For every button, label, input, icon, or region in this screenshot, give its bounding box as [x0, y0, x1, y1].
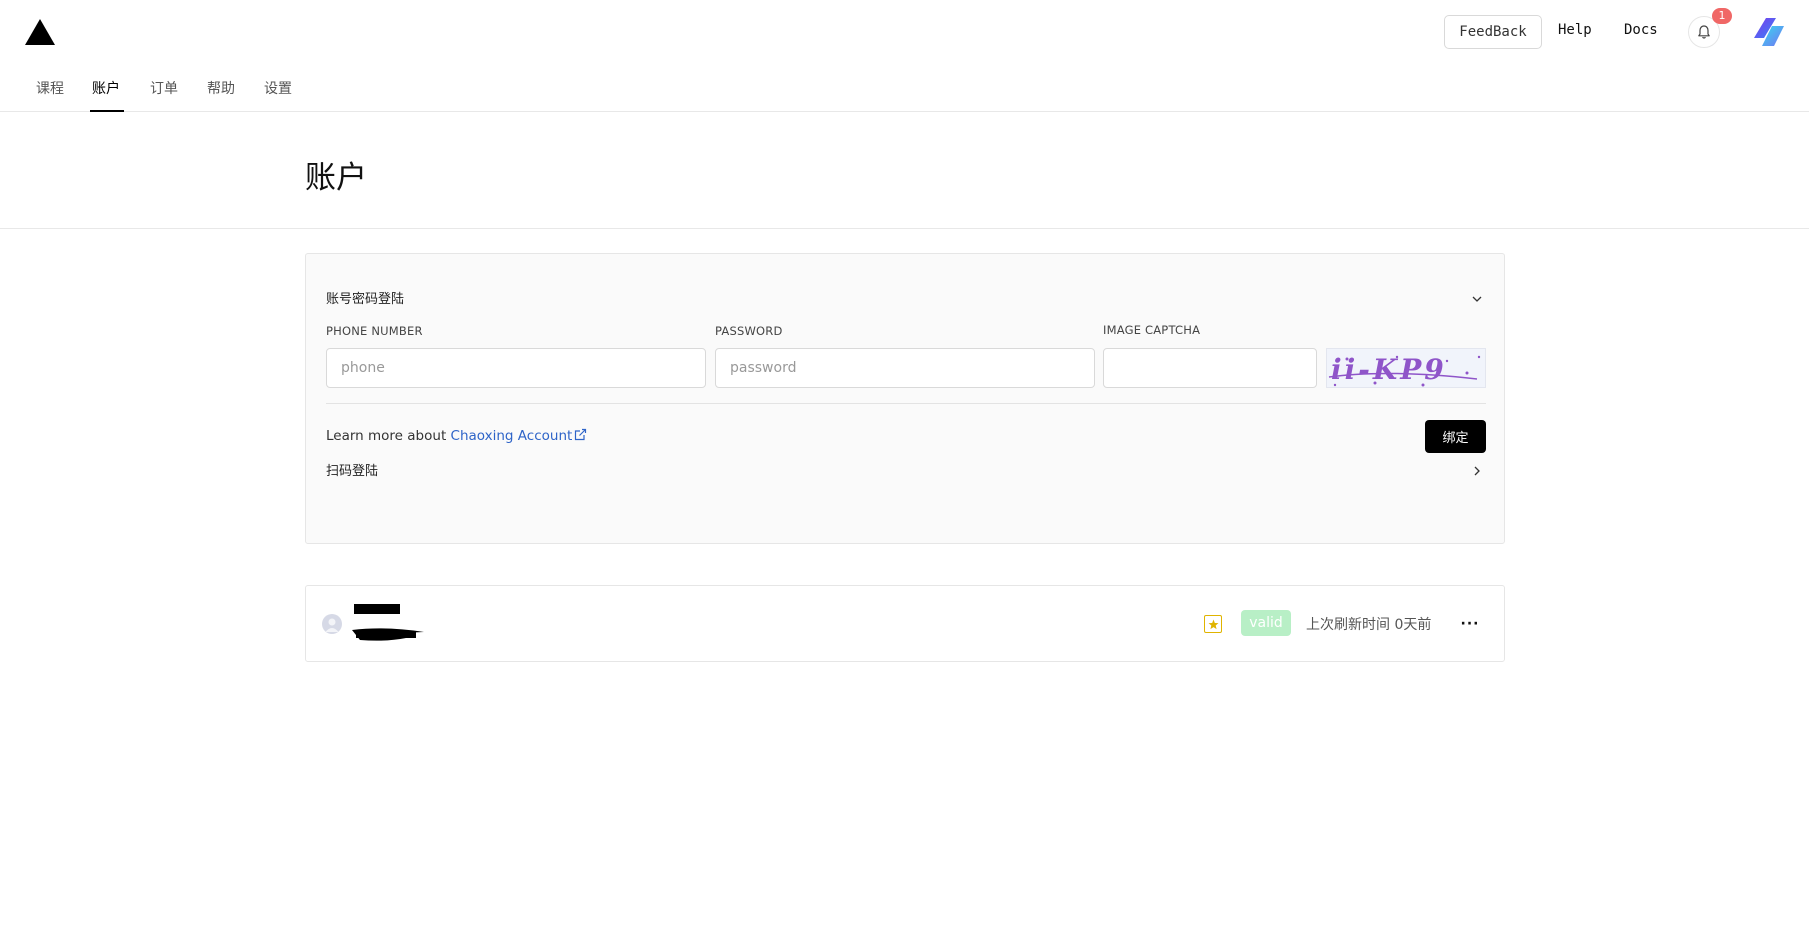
- bell-icon: [1698, 25, 1710, 39]
- chevron-right-icon: [1474, 466, 1480, 476]
- star-icon: [1208, 619, 1218, 629]
- tab-orders[interactable]: 订单: [150, 78, 178, 112]
- chaoxing-account-link[interactable]: Chaoxing Account: [451, 428, 588, 444]
- tab-account[interactable]: 账户: [90, 78, 124, 112]
- learn-more-prefix: Learn more about: [326, 428, 451, 444]
- captcha-image[interactable]: ii-KP9: [1326, 348, 1486, 388]
- favorite-star-button[interactable]: [1204, 615, 1222, 633]
- password-label: PASSWORD: [715, 324, 783, 338]
- captcha-label: IMAGE CAPTCHA: [1103, 323, 1201, 337]
- divider: [326, 403, 1486, 404]
- captcha-noise: ii-KP9: [1328, 353, 1481, 387]
- chaoxing-account-link-label[interactable]: Chaoxing Account: [451, 428, 573, 444]
- page-title: 账户: [305, 160, 367, 196]
- login-card: 账号密码登陆 PHONE NUMBER PASSWORD IMAGE CAPTC…: [305, 253, 1505, 544]
- captcha-text: ii-KP9: [1331, 353, 1447, 386]
- account-card: valid 上次刷新时间 0天前 ···: [305, 585, 1505, 662]
- tab-help[interactable]: 帮助: [207, 78, 235, 112]
- page-header: 账户: [0, 112, 1809, 229]
- captcha-input[interactable]: [1103, 348, 1317, 388]
- redacted-account-name: [352, 604, 424, 641]
- triangle-logo-icon[interactable]: [24, 18, 56, 46]
- chevron-down-icon: [1472, 296, 1482, 302]
- qr-login-header[interactable]: 扫码登陆: [326, 460, 1486, 484]
- feedback-button[interactable]: FeedBack: [1444, 15, 1542, 49]
- top-bar: FeedBack Help Docs 1: [0, 0, 1809, 66]
- tab-courses[interactable]: 课程: [36, 78, 64, 112]
- more-options-button[interactable]: ···: [1458, 612, 1482, 636]
- phone-input[interactable]: [326, 348, 706, 388]
- app-avatar-icon[interactable]: [1752, 16, 1786, 48]
- user-icon: [325, 618, 339, 632]
- status-badge: valid: [1241, 610, 1291, 636]
- docs-link[interactable]: Docs: [1624, 22, 1658, 38]
- help-link[interactable]: Help: [1558, 22, 1592, 38]
- password-login-title: 账号密码登陆: [326, 292, 405, 307]
- password-input[interactable]: [715, 348, 1095, 388]
- notification-badge: 1: [1712, 8, 1732, 24]
- last-refresh-text: 上次刷新时间 0天前: [1306, 617, 1432, 633]
- external-link-icon: [575, 428, 587, 441]
- qr-login-title: 扫码登陆: [326, 464, 379, 479]
- phone-label: PHONE NUMBER: [326, 324, 423, 338]
- tab-settings[interactable]: 设置: [264, 78, 292, 112]
- password-login-header[interactable]: 账号密码登陆: [326, 288, 1486, 312]
- bind-button[interactable]: 绑定: [1425, 420, 1486, 453]
- main-tabs: 课程 账户 订单 帮助 设置: [0, 66, 1809, 112]
- user-avatar: [322, 614, 342, 634]
- learn-more-text: Learn more about Chaoxing Account: [326, 428, 587, 444]
